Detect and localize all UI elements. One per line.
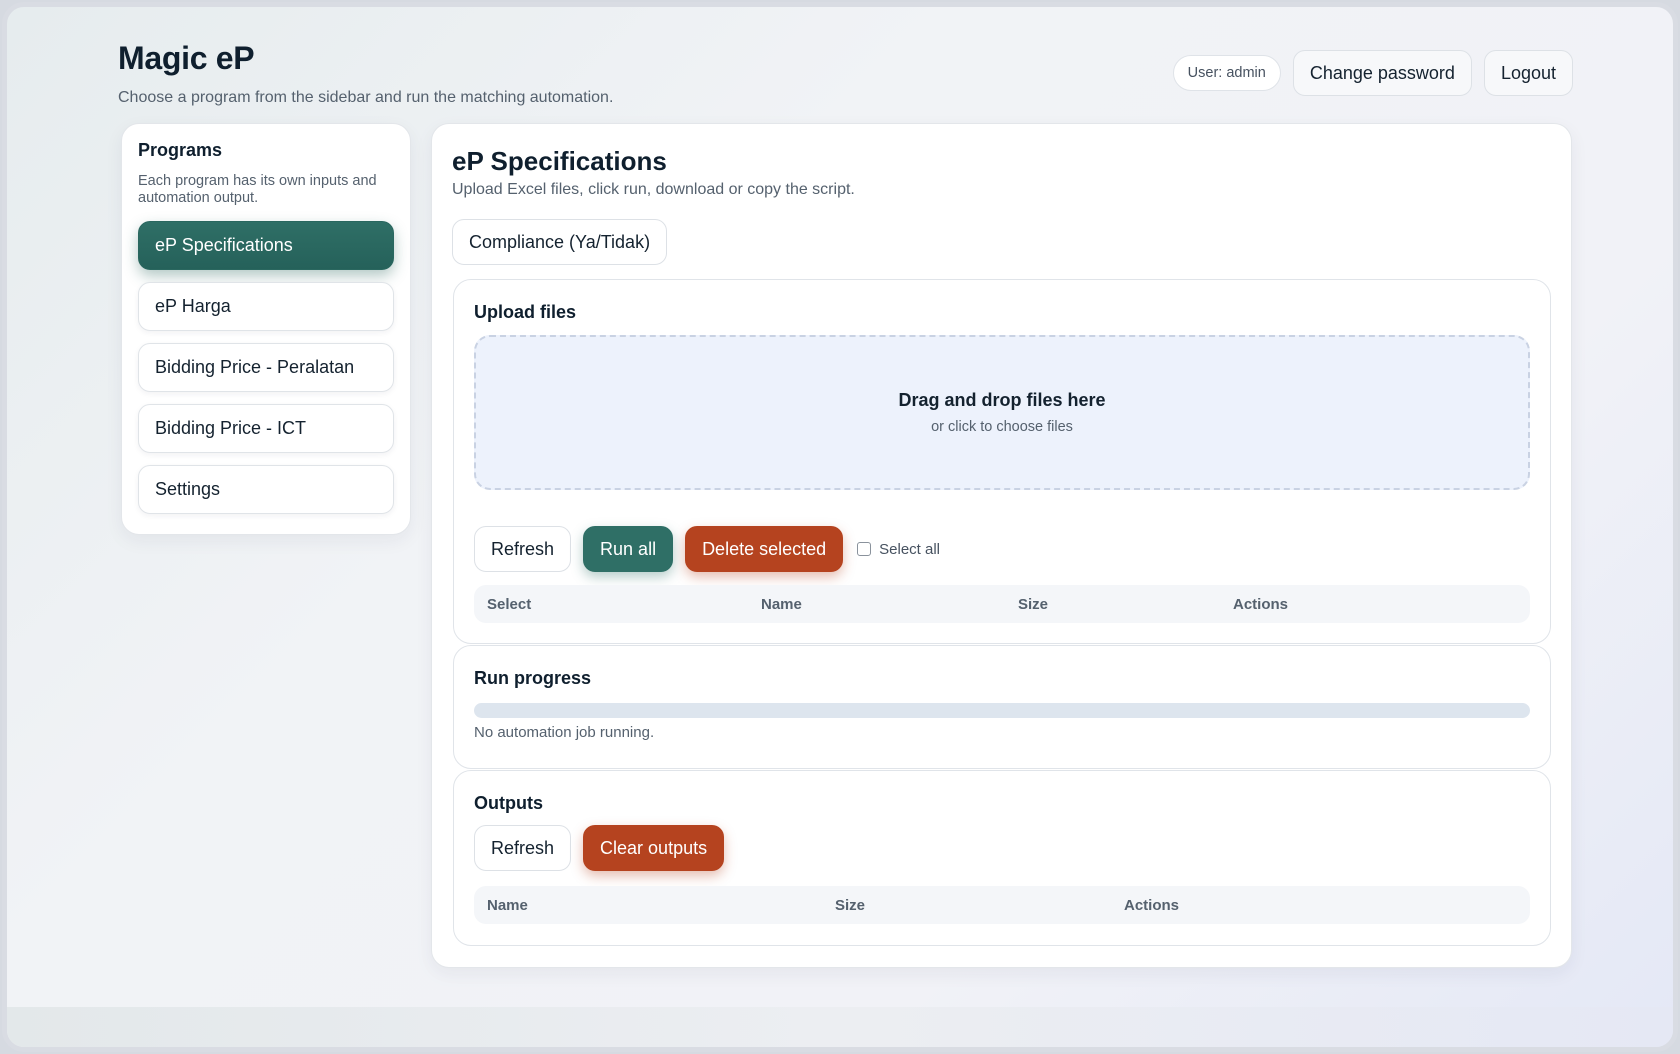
outputs-card: Outputs Refresh Clear outputs Name Size …: [453, 770, 1551, 946]
run-progress-title: Run progress: [474, 668, 592, 688]
file-dropzone[interactable]: Drag and drop files here or click to cho…: [474, 335, 1530, 490]
column-header-actions: Actions: [1233, 596, 1289, 613]
progress-bar: [474, 703, 1530, 718]
main-panel: eP Specifications Upload Excel files, cl…: [431, 123, 1572, 968]
sidebar-item-bidding-price-peralatan[interactable]: Bidding Price - Peralatan: [138, 343, 394, 392]
page-title: eP Specifications: [452, 146, 667, 176]
upload-files-card: Upload files Drag and drop files here or…: [453, 279, 1551, 644]
sidebar: Programs Each program has its own inputs…: [121, 123, 411, 535]
dropzone-main-text: Drag and drop files here: [898, 390, 1106, 410]
change-password-button[interactable]: Change password: [1292, 50, 1472, 96]
select-all-checkbox[interactable]: [857, 542, 872, 556]
sidebar-description: Each program has its own inputs and auto…: [138, 173, 377, 206]
sidebar-item-bidding-price-ict[interactable]: Bidding Price - ICT: [138, 404, 394, 453]
select-all-label: Select all: [879, 540, 941, 558]
refresh-uploads-button[interactable]: Refresh: [474, 526, 572, 572]
user-badge: User: admin: [1172, 55, 1281, 91]
program-nav: eP Specifications eP Harga Bidding Price…: [138, 221, 394, 514]
column-header-name: Name: [761, 596, 802, 613]
outputs-title: Outputs: [474, 793, 543, 813]
logout-button[interactable]: Logout: [1483, 50, 1573, 96]
column-header-size: Size: [835, 897, 866, 914]
sidebar-item-ep-specifications[interactable]: eP Specifications: [138, 221, 394, 270]
run-progress-card: Run progress No automation job running.: [453, 645, 1551, 769]
delete-selected-button[interactable]: Delete selected: [685, 526, 844, 572]
header: Magic eP Choose a program from the sideb…: [118, 40, 1573, 106]
app-window: Magic eP Choose a program from the sideb…: [2, 2, 1678, 1052]
header-actions: User: admin Change password Logout: [1172, 50, 1573, 96]
column-header-actions: Actions: [1124, 897, 1180, 914]
upload-toolbar: Refresh Run all Delete selected Select a…: [474, 526, 940, 572]
sidebar-title: Programs: [138, 140, 223, 160]
dropzone-sub-text: or click to choose files: [931, 419, 1073, 435]
column-header-name: Name: [487, 897, 528, 914]
select-all-toggle[interactable]: Select all: [857, 541, 940, 558]
upload-files-title: Upload files: [474, 302, 577, 322]
mode-selector-button[interactable]: Compliance (Ya/Tidak): [452, 219, 668, 265]
uploads-table-header: Select Name Size Actions: [474, 585, 1530, 623]
clear-outputs-button[interactable]: Clear outputs: [583, 825, 725, 871]
column-header-size: Size: [1018, 596, 1049, 613]
refresh-outputs-button[interactable]: Refresh: [474, 825, 572, 871]
outputs-toolbar: Refresh Clear outputs: [474, 825, 725, 871]
run-all-button[interactable]: Run all: [583, 526, 674, 572]
outputs-table-header: Name Size Actions: [474, 886, 1530, 924]
sidebar-item-ep-harga[interactable]: eP Harga: [138, 282, 394, 331]
page-subtitle: Upload Excel files, click run, download …: [452, 181, 855, 198]
progress-status: No automation job running.: [474, 724, 655, 741]
sidebar-item-settings[interactable]: Settings: [138, 465, 394, 514]
bottom-bar: [7, 1007, 1673, 1047]
column-header-select: Select: [487, 596, 532, 613]
